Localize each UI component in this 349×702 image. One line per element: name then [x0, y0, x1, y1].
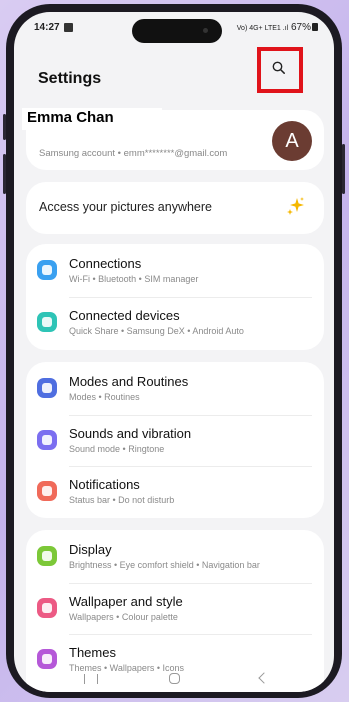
menu-item-subtitle: Quick Share • Samsung DeX • Android Auto: [69, 326, 244, 336]
menu-item-title: Notifications: [69, 477, 140, 492]
settings-group-display: Display Brightness • Eye comfort shield …: [26, 530, 324, 692]
recent-apps-icon[interactable]: [84, 674, 98, 684]
menu-item-connections[interactable]: Connections Wi-Fi • Bluetooth • SIM mana…: [26, 246, 324, 296]
menu-item-subtitle: Sound mode • Ringtone: [69, 444, 165, 454]
menu-item-wallpaper-style[interactable]: Wallpaper and style Wallpapers • Colour …: [26, 584, 324, 634]
menu-item-title: Sounds and vibration: [69, 426, 192, 441]
menu-item-display[interactable]: Display Brightness • Eye comfort shield …: [26, 532, 324, 582]
wallpaper-icon: [37, 598, 57, 618]
status-time: 14:27: [34, 22, 60, 33]
account-name: Emma Chan: [22, 108, 162, 130]
avatar[interactable]: A: [272, 121, 312, 161]
navigation-bar: [14, 670, 334, 692]
menu-item-connected-devices[interactable]: Connected devices Quick Share • Samsung …: [26, 298, 324, 348]
back-icon[interactable]: [258, 672, 270, 684]
menu-item-subtitle: Brightness • Eye comfort shield • Naviga…: [69, 560, 260, 570]
page-title: Settings: [38, 70, 102, 87]
menu-item-notifications[interactable]: Notifications Status bar • Do not distur…: [26, 467, 324, 517]
menu-item-title: Connected devices: [69, 308, 180, 323]
search-icon: [272, 61, 285, 74]
settings-group-connections: Connections Wi-Fi • Bluetooth • SIM mana…: [26, 244, 324, 350]
sound-icon: [37, 430, 57, 450]
home-icon[interactable]: [169, 673, 180, 684]
dynamic-island: [132, 19, 222, 43]
menu-item-title: Modes and Routines: [69, 374, 189, 389]
themes-icon: [37, 649, 57, 669]
display-icon: [37, 546, 57, 566]
battery-icon: [312, 23, 318, 31]
account-subtitle: Samsung account • emm********@gmail.com: [39, 148, 228, 159]
promo-text: Access your pictures anywhere: [39, 200, 212, 214]
wifi-icon: [37, 260, 57, 280]
volume-button: [3, 154, 6, 194]
devices-icon: [37, 312, 57, 332]
camera-icon: [203, 28, 208, 33]
status-bar: 14:27 Vo) 4G+ LTE1 .ıl 67%: [14, 12, 334, 43]
volume-button: [3, 114, 6, 140]
menu-item-subtitle: Wallpapers • Colour palette: [69, 612, 178, 622]
menu-item-title: Connections: [69, 256, 142, 271]
menu-item-sounds-vibration[interactable]: Sounds and vibration Sound mode • Ringto…: [26, 416, 324, 466]
system-icons: Vo) 4G+ LTE1 .ıl 67%: [237, 22, 318, 33]
menu-item-subtitle: Wi-Fi • Bluetooth • SIM manager: [69, 274, 199, 284]
menu-item-title: Themes: [69, 645, 116, 660]
battery-level: 67%: [290, 22, 311, 33]
menu-item-subtitle: Status bar • Do not disturb: [69, 495, 175, 505]
menu-item-subtitle: Modes • Routines: [69, 392, 140, 402]
notifications-icon: [37, 481, 57, 501]
network-icons: Vo) 4G+ LTE1 .ıl: [236, 25, 289, 32]
search-button[interactable]: [257, 47, 303, 93]
power-button: [342, 144, 345, 194]
menu-item-title: Wallpaper and style: [69, 594, 183, 609]
menu-item-title: Display: [69, 542, 112, 557]
menu-item-modes-routines[interactable]: Modes and Routines Modes • Routines: [26, 364, 324, 414]
sparkle-icon: [287, 197, 304, 215]
modes-icon: [37, 378, 57, 398]
settings-group-modes: Modes and Routines Modes • Routines Soun…: [26, 362, 324, 518]
promo-card[interactable]: Access your pictures anywhere: [26, 182, 324, 234]
notification-icon: [64, 23, 73, 32]
